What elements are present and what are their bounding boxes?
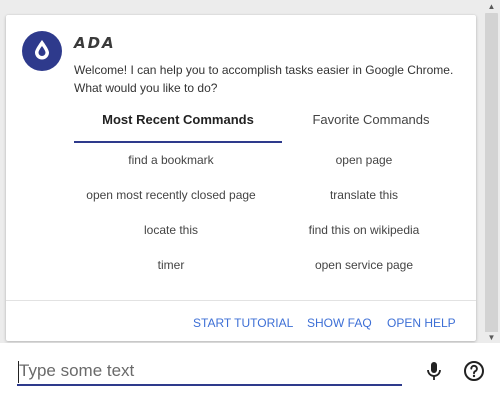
scrollbar-thumb[interactable] [485, 13, 498, 333]
command-translate-this[interactable]: translate this [282, 186, 446, 204]
assistant-panel: ADA Welcome! I can help you to accomplis… [0, 0, 500, 344]
card-divider [6, 300, 476, 301]
microphone-icon [424, 360, 444, 387]
open-help-button[interactable]: OPEN HELP [387, 314, 456, 332]
tab-favorite-commands[interactable]: Favorite Commands [282, 111, 460, 143]
text-caret [18, 361, 19, 383]
show-faq-button[interactable]: SHOW FAQ [307, 314, 372, 332]
command-open-most-recently-closed-page[interactable]: open most recently closed page [66, 186, 276, 204]
tab-most-recent-commands[interactable]: Most Recent Commands [74, 111, 282, 143]
droplet-icon [31, 38, 53, 65]
command-find-this-on-wikipedia[interactable]: find this on wikipedia [282, 221, 446, 239]
assistant-card: ADA Welcome! I can help you to accomplis… [6, 15, 476, 341]
mic-button[interactable] [421, 360, 447, 386]
welcome-message: Welcome! I can help you to accomplish ta… [74, 63, 454, 95]
command-text-input[interactable] [17, 358, 402, 386]
active-tab-indicator [74, 141, 282, 143]
scroll-up-arrow-icon[interactable]: ▲ [485, 1, 498, 13]
command-open-page[interactable]: open page [282, 151, 446, 169]
start-tutorial-button[interactable]: START TUTORIAL [193, 314, 293, 332]
input-bar [0, 343, 500, 400]
avatar [22, 31, 62, 71]
help-circle-icon [463, 360, 485, 387]
help-button[interactable] [461, 360, 487, 386]
command-find-a-bookmark[interactable]: find a bookmark [66, 151, 276, 169]
command-locate-this[interactable]: locate this [66, 221, 276, 239]
command-open-service-page[interactable]: open service page [282, 256, 446, 274]
assistant-name: ADA [74, 34, 116, 52]
command-timer[interactable]: timer [66, 256, 276, 274]
